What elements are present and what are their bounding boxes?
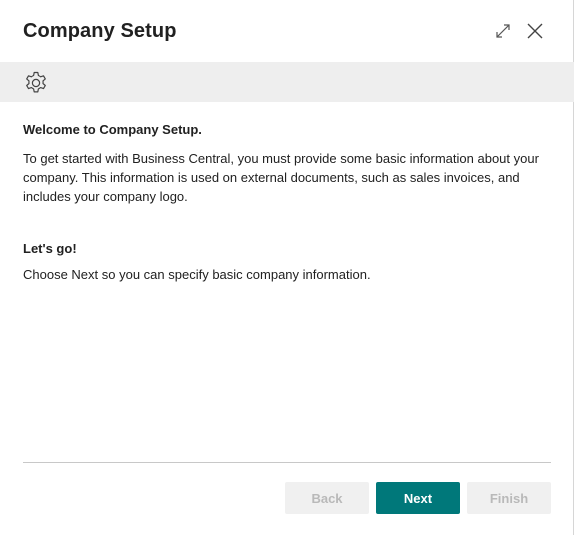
footer-divider (23, 462, 551, 463)
next-button[interactable]: Next (376, 482, 460, 514)
dialog-title-bar: Company Setup (0, 0, 574, 62)
expand-diagonal-icon (496, 24, 510, 38)
lets-go-heading: Let's go! (23, 241, 77, 256)
close-x-icon (527, 23, 543, 39)
back-button[interactable]: Back (285, 482, 369, 514)
finish-button[interactable]: Finish (467, 482, 551, 514)
lets-go-description: Choose Next so you can specify basic com… (23, 267, 371, 282)
company-setup-dialog: Company Setup Welcome to Company Setup. … (0, 0, 574, 535)
expand-button[interactable] (490, 18, 516, 44)
gear-icon (26, 71, 46, 93)
intro-section: Welcome to Company Setup. To get started… (23, 122, 553, 206)
close-button[interactable] (522, 18, 548, 44)
settings-banner (0, 62, 574, 102)
welcome-description: To get started with Business Central, yo… (23, 151, 539, 204)
dialog-title: Company Setup (23, 20, 177, 42)
welcome-heading: Welcome to Company Setup. (23, 122, 202, 137)
